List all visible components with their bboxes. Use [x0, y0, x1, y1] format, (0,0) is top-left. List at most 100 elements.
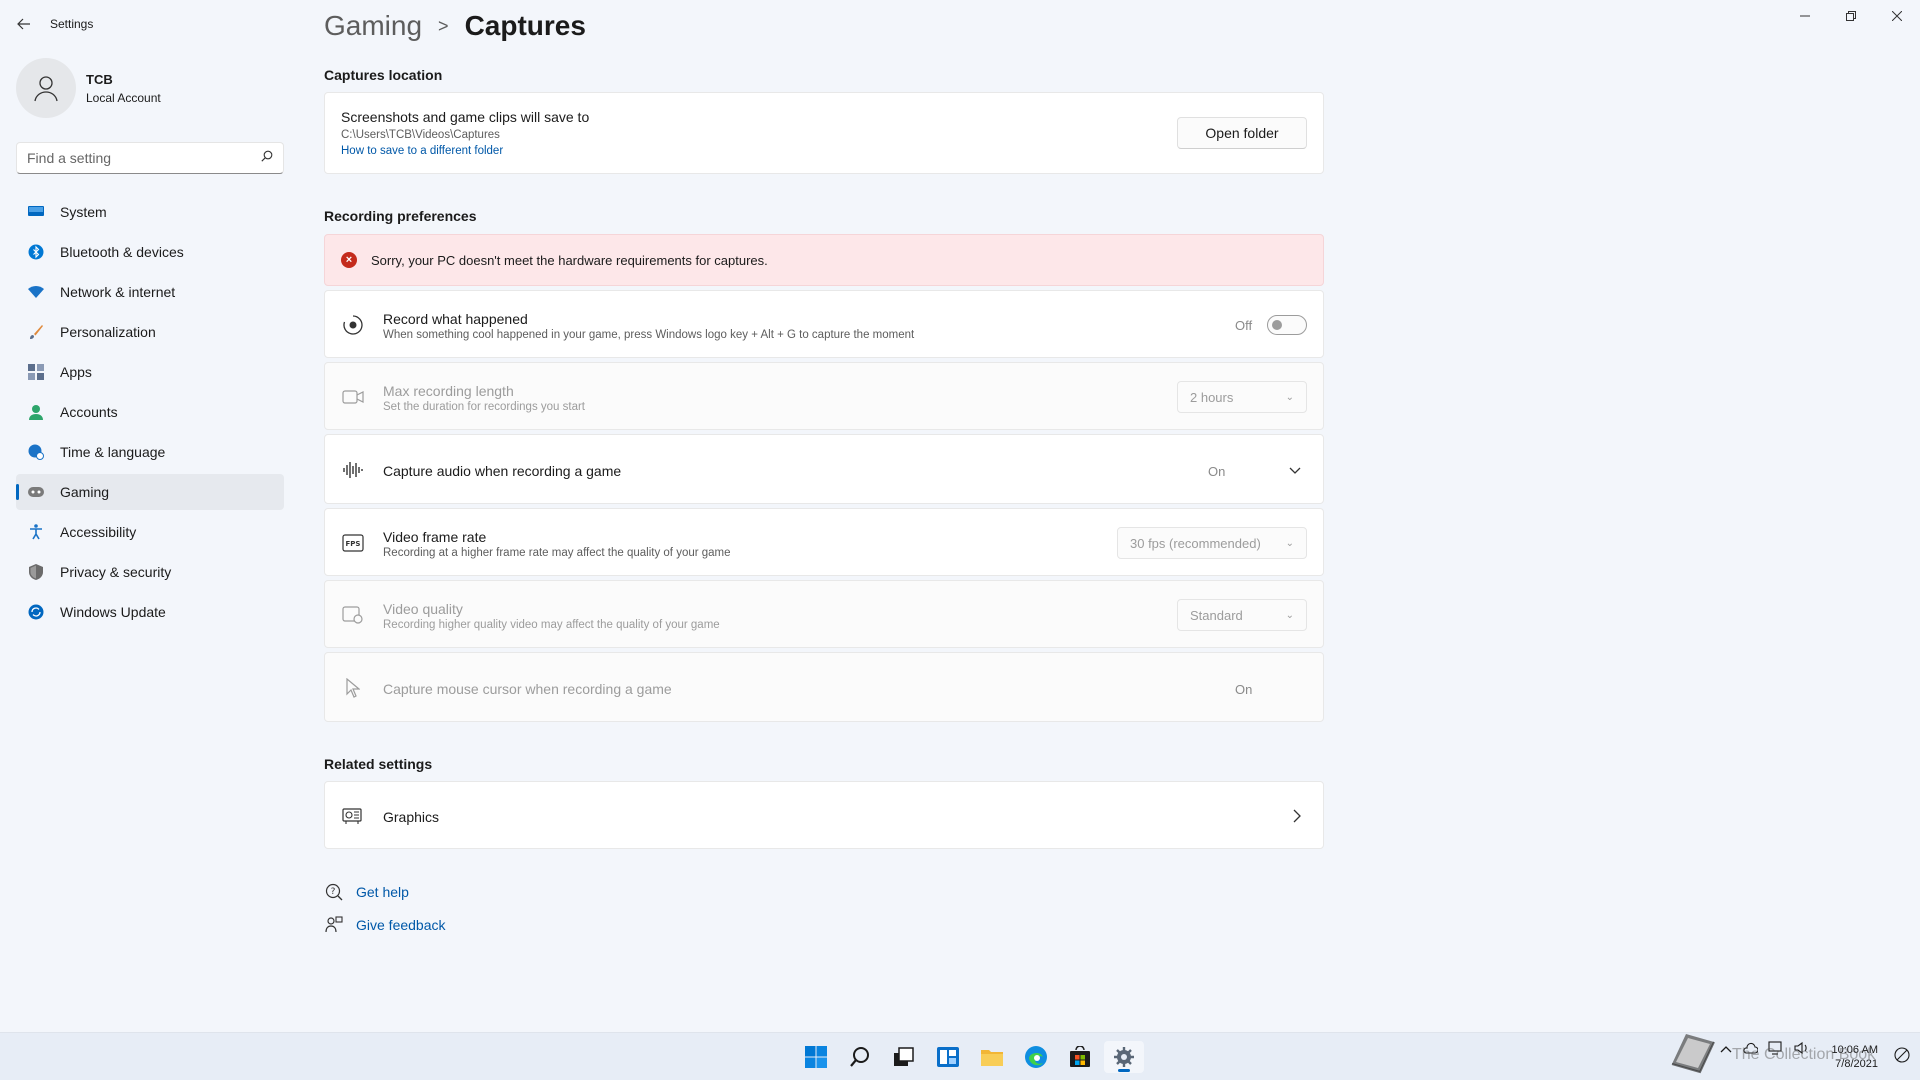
widgets-icon[interactable] — [928, 1041, 968, 1073]
max-recording-length-dropdown[interactable]: 2 hours ⌄ — [1177, 381, 1307, 413]
chevron-right-icon — [1293, 809, 1301, 828]
wifi-icon — [28, 284, 44, 300]
settings-icon[interactable] — [1104, 1041, 1144, 1073]
record-what-happened-toggle[interactable] — [1267, 315, 1307, 335]
capture-audio-state: On — [1208, 464, 1226, 479]
shield-icon — [28, 564, 44, 580]
search-input[interactable] — [27, 150, 261, 166]
give-feedback-row[interactable]: Give feedback — [324, 915, 446, 935]
video-quality-dropdown[interactable]: Standard ⌄ — [1177, 599, 1307, 631]
section-title-captures-location: Captures location — [324, 67, 443, 83]
mouse-cursor-icon — [341, 676, 365, 700]
sidebar-item-network[interactable]: Network & internet — [16, 274, 284, 310]
sidebar-item-label: Bluetooth & devices — [60, 244, 184, 260]
sidebar-item-label: Accessibility — [60, 524, 137, 540]
chevron-up-icon[interactable] — [1720, 1044, 1732, 1056]
captures-location-card: Screenshots and game clips will save to … — [324, 92, 1324, 174]
video-quality-value: Standard — [1190, 607, 1243, 623]
chevron-down-icon: ⌄ — [1285, 537, 1294, 549]
chevron-down-icon[interactable] — [1289, 463, 1301, 481]
sidebar-item-label: Personalization — [60, 324, 156, 340]
gamepad-icon — [28, 484, 44, 500]
chevron-right-icon: > — [438, 15, 449, 36]
video-camera-icon — [341, 385, 365, 409]
audio-waveform-icon — [341, 458, 365, 482]
open-folder-button[interactable]: Open folder — [1177, 117, 1307, 149]
max-recording-length-subtitle: Set the duration for recordings you star… — [383, 401, 585, 413]
record-what-happened-title: Record what happened — [383, 311, 528, 327]
profile-name: TCB — [86, 71, 113, 87]
store-icon[interactable] — [1060, 1041, 1100, 1073]
section-title-recording-preferences: Recording preferences — [324, 208, 477, 224]
breadcrumb-parent[interactable]: Gaming — [324, 10, 422, 42]
search-box[interactable] — [16, 142, 284, 174]
person-icon — [34, 76, 58, 102]
video-frame-rate-card: FPS Video frame rate Recording at a high… — [324, 508, 1324, 576]
close-icon[interactable] — [1874, 0, 1920, 32]
sidebar-item-label: Accounts — [60, 404, 118, 420]
sidebar-item-personalization[interactable]: Personalization — [16, 314, 284, 350]
graphics-card[interactable]: Graphics — [324, 781, 1324, 849]
avatar — [16, 58, 76, 118]
sidebar-item-label: Network & internet — [60, 284, 176, 300]
video-frame-rate-dropdown[interactable]: 30 fps (recommended) ⌄ — [1117, 527, 1307, 559]
taskbar: 10:06 AM 7/8/2021 — [0, 1032, 1920, 1080]
sidebar-item-bluetooth[interactable]: Bluetooth & devices — [16, 234, 284, 270]
capture-mouse-cursor-card: Capture mouse cursor when recording a ga… — [324, 652, 1324, 722]
accessibility-icon — [28, 524, 44, 540]
start-icon[interactable] — [796, 1041, 836, 1073]
brush-icon — [28, 324, 44, 340]
sidebar-item-system[interactable]: System — [16, 194, 284, 230]
update-icon — [28, 604, 44, 620]
task-view-icon[interactable] — [884, 1041, 924, 1073]
bluetooth-icon — [28, 244, 44, 260]
sidebar-item-accessibility[interactable]: Accessibility — [16, 514, 284, 550]
file-explorer-icon[interactable] — [972, 1041, 1012, 1073]
sidebar-item-apps[interactable]: Apps — [16, 354, 284, 390]
sidebar-item-label: Time & language — [60, 444, 166, 460]
error-banner: × Sorry, your PC doesn't meet the hardwa… — [324, 234, 1324, 286]
captures-location-title: Screenshots and game clips will save to — [341, 109, 590, 125]
feedback-icon — [324, 915, 344, 935]
monitor-icon — [28, 204, 44, 220]
capture-mouse-cursor-title: Capture mouse cursor when recording a ga… — [383, 681, 672, 697]
record-what-happened-subtitle: When something cool happened in your gam… — [383, 329, 915, 341]
get-help-link[interactable]: Get help — [356, 884, 409, 900]
sidebar-item-privacy-security[interactable]: Privacy & security — [16, 554, 284, 590]
sidebar-item-windows-update[interactable]: Windows Update — [16, 594, 284, 630]
sidebar-item-label: Gaming — [60, 484, 110, 500]
sidebar-item-gaming[interactable]: Gaming — [16, 474, 284, 510]
graphics-card-icon — [341, 804, 365, 828]
give-feedback-link[interactable]: Give feedback — [356, 917, 446, 933]
edge-icon[interactable] — [1016, 1041, 1056, 1073]
sidebar: TCB Local Account System Bluetooth & dev… — [0, 48, 300, 1028]
search-icon[interactable] — [840, 1041, 880, 1073]
back-arrow-icon[interactable] — [12, 12, 36, 36]
save-different-folder-link[interactable]: How to save to a different folder — [341, 145, 503, 157]
search-icon[interactable] — [261, 149, 273, 167]
user-profile[interactable]: TCB Local Account — [16, 58, 161, 118]
capture-mouse-cursor-state: On — [1235, 682, 1253, 697]
sidebar-item-label: Apps — [60, 364, 92, 380]
section-title-related-settings: Related settings — [324, 756, 433, 772]
fps-icon: FPS — [341, 531, 365, 555]
video-quality-subtitle: Recording higher quality video may affec… — [383, 619, 720, 631]
sidebar-item-time-language[interactable]: Time & language — [16, 434, 284, 470]
capture-audio-card[interactable]: Capture audio when recording a game On — [324, 434, 1324, 504]
taskbar-apps — [796, 1041, 1148, 1073]
minimize-icon[interactable] — [1782, 0, 1828, 32]
profile-account-type: Local Account — [86, 90, 161, 105]
error-message: Sorry, your PC doesn't meet the hardware… — [371, 253, 768, 268]
person-icon — [28, 404, 44, 420]
help-icon: ? — [324, 882, 344, 902]
max-recording-length-value: 2 hours — [1190, 389, 1234, 405]
get-help-row[interactable]: ? Get help — [324, 882, 409, 902]
svg-text:?: ? — [331, 887, 336, 897]
restore-icon[interactable] — [1828, 0, 1874, 32]
max-recording-length-card: Max recording length Set the duration fo… — [324, 362, 1324, 430]
chevron-down-icon: ⌄ — [1285, 391, 1294, 403]
sidebar-item-accounts[interactable]: Accounts — [16, 394, 284, 430]
video-frame-rate-title: Video frame rate — [383, 529, 487, 545]
video-frame-rate-subtitle: Recording at a higher frame rate may aff… — [383, 547, 731, 559]
focus-assist-icon[interactable] — [1894, 1047, 1910, 1068]
